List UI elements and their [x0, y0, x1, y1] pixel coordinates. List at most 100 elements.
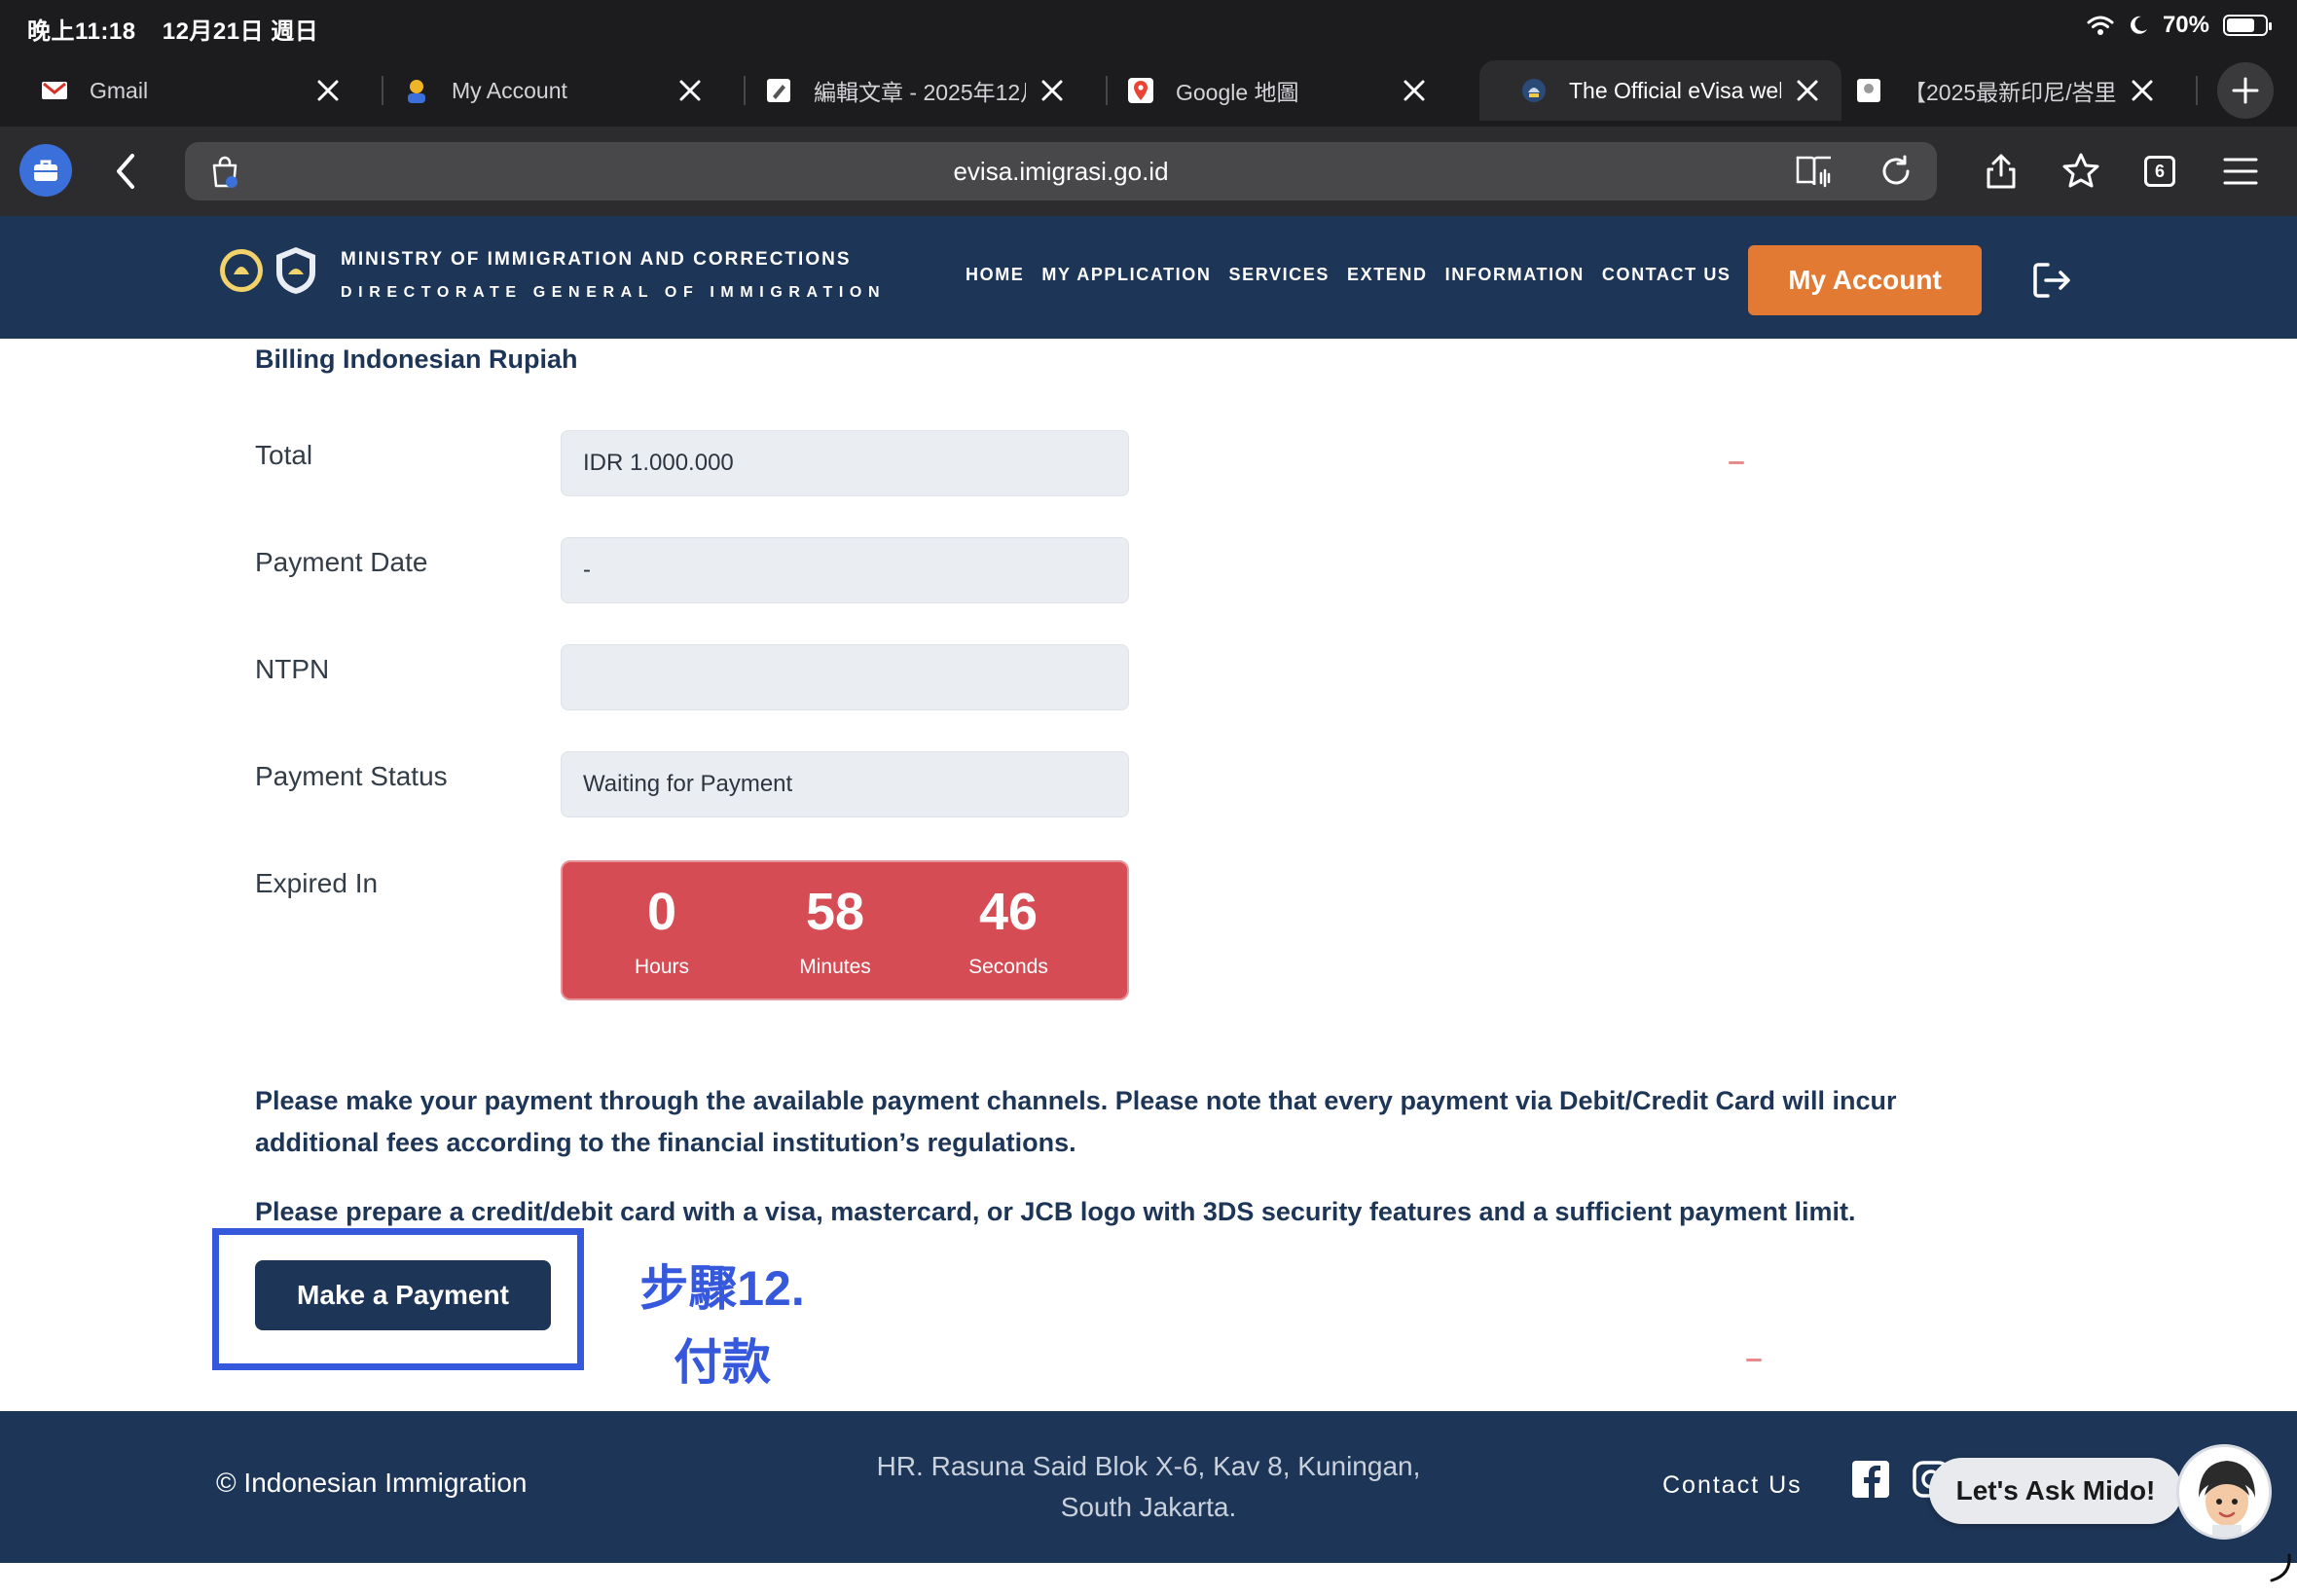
countdown-timer: 0 Hours 58 Minutes 46 Seconds	[561, 860, 1129, 1000]
payment-fee-notice: Please make your payment through the ava…	[255, 1086, 1897, 1157]
countdown-seconds: 46 Seconds	[930, 882, 1086, 979]
tab-divider	[2196, 76, 2198, 105]
browser-tab-google-maps[interactable]: Google 地圖	[1086, 60, 1448, 121]
logout-icon[interactable]	[2030, 259, 2073, 302]
bookmark-star-icon[interactable]	[2061, 152, 2100, 191]
total-field: IDR 1.000.000	[561, 430, 1129, 496]
wifi-icon	[2087, 16, 2114, 35]
address-line-1: HR. Rasuna Said Blok X-6, Kav 8, Kuninga…	[876, 1451, 1421, 1481]
chat-assistant-button[interactable]: Let's Ask Mido!	[1929, 1458, 2182, 1524]
close-tab-icon[interactable]	[2126, 74, 2159, 107]
nav-my-application[interactable]: MY APPLICATION	[1041, 265, 1211, 285]
url-text: evisa.imigrasi.go.id	[953, 157, 1169, 186]
swipe-indicator-icon	[2270, 1553, 2291, 1582]
tab-title: Google 地圖	[1176, 80, 1299, 105]
hours-value: 0	[646, 883, 677, 941]
facebook-icon[interactable]	[1851, 1460, 1890, 1499]
account-icon	[408, 80, 425, 103]
seconds-value: 46	[978, 883, 1039, 941]
my-account-button[interactable]: My Account	[1748, 245, 1982, 315]
status-datetime: 晚上11:18 12月21日 週日	[27, 12, 338, 46]
ministry-title: MINISTRY OF IMMIGRATION AND CORRECTIONS	[341, 249, 852, 270]
mido-avatar[interactable]	[2176, 1444, 2272, 1540]
browser-toolbar: evisa.imigrasi.go.id 6	[0, 127, 2297, 216]
step-annotation-line1: 步驟12.	[639, 1261, 805, 1316]
step-annotation-line2: 付款	[674, 1335, 771, 1390]
nav-information[interactable]: INFORMATION	[1445, 265, 1585, 285]
minutes-value: 58	[805, 883, 865, 941]
profile-button[interactable]	[19, 144, 72, 197]
tab-title: 【2025最新印尼/峇里島	[1904, 80, 2116, 105]
immigration-emblem-icon	[276, 247, 315, 294]
status-indicators: 70%	[2087, 12, 2272, 39]
stray-mark	[1729, 461, 1744, 464]
site-footer: © Indonesian Immigration HR. Rasuna Said…	[0, 1411, 2297, 1563]
tab-title: The Official eVisa webs	[1569, 77, 1781, 103]
countdown-hours: 0 Hours	[584, 882, 740, 979]
briefcase-icon	[34, 160, 57, 181]
mido-avatar-icon	[2179, 1447, 2269, 1537]
close-tab-icon[interactable]	[674, 74, 707, 107]
address-bar[interactable]: evisa.imigrasi.go.id	[185, 142, 1937, 200]
make-payment-button[interactable]: Make a Payment	[255, 1260, 551, 1330]
browser-tab-editor[interactable]: 編輯文章 - 2025年12月	[724, 60, 1086, 121]
plus-icon	[2232, 77, 2259, 104]
nav-extend[interactable]: EXTEND	[1347, 265, 1428, 285]
countdown-minutes: 58 Minutes	[757, 882, 913, 979]
step-annotation: 步驟12. 付款	[623, 1251, 821, 1399]
google-maps-icon	[1128, 78, 1153, 103]
footer-address: HR. Rasuna Said Blok X-6, Kav 8, Kuninga…	[857, 1446, 1440, 1528]
do-not-disturb-moon-icon	[2131, 16, 2147, 34]
minutes-unit: Minutes	[799, 956, 871, 978]
reload-icon[interactable]	[1878, 154, 1914, 189]
new-tab-button[interactable]	[2217, 62, 2274, 119]
nav-home[interactable]: HOME	[966, 265, 1024, 285]
hamburger-menu-icon[interactable]	[2221, 152, 2260, 191]
editor-icon	[767, 79, 790, 102]
nav-services[interactable]: SERVICES	[1228, 265, 1330, 285]
gmail-icon	[42, 82, 67, 99]
blog-icon	[1857, 79, 1880, 102]
card-requirement-notice: Please prepare a credit/debit card with …	[255, 1197, 1856, 1226]
browser-tab-blog[interactable]: 【2025最新印尼/峇里島	[1814, 60, 2176, 121]
status-time: 晚上11:18	[27, 18, 136, 45]
logo-group[interactable]	[218, 245, 319, 296]
browser-tab-strip: Gmail My Account 編輯文章 - 2025年12月 Google …	[0, 54, 2297, 127]
ntpn-label: NTPN	[255, 654, 330, 684]
tab-count-button[interactable]: 6	[2144, 156, 2175, 187]
tab-title: My Account	[452, 77, 567, 103]
share-icon[interactable]	[1982, 152, 2021, 191]
battery-percent: 70%	[2162, 12, 2209, 38]
reader-mode-icon[interactable]	[1795, 154, 1834, 189]
bottom-blank-strip	[0, 1563, 2297, 1596]
nav-contact-us[interactable]: CONTACT US	[1602, 265, 1732, 285]
close-tab-icon[interactable]	[1398, 74, 1431, 107]
browser-tab-evisa[interactable]: The Official eVisa webs	[1479, 60, 1841, 121]
tab-title: Gmail	[90, 77, 149, 103]
tab-title: 編輯文章 - 2025年12月	[814, 80, 1026, 105]
evisa-icon	[1522, 79, 1546, 102]
ntpn-field	[561, 644, 1129, 710]
main-nav: HOME MY APPLICATION SERVICES EXTEND INFO…	[966, 265, 1732, 285]
hours-unit: Hours	[634, 956, 690, 978]
directorate-subtitle: DIRECTORATE GENERAL OF IMMIGRATION	[341, 284, 887, 301]
close-tab-icon[interactable]	[1036, 74, 1069, 107]
footer-contact-link[interactable]: Contact Us	[1662, 1471, 1803, 1500]
status-date: 12月21日 週日	[162, 18, 319, 45]
battery-icon	[2223, 15, 2272, 36]
billing-heading: Billing Indonesian Rupiah	[255, 345, 578, 374]
payment-status-field: Waiting for Payment	[561, 751, 1129, 817]
footer-copyright: © Indonesian Immigration	[216, 1468, 528, 1498]
payment-date-field: -	[561, 537, 1129, 603]
seconds-unit: Seconds	[968, 956, 1048, 978]
status-bar: 晚上11:18 12月21日 週日 70%	[0, 0, 2297, 54]
browser-tab-my-account[interactable]: My Account	[362, 60, 724, 121]
back-arrow-icon[interactable]	[107, 150, 146, 193]
payment-status-label: Payment Status	[255, 761, 448, 791]
ministry-emblem-icon	[220, 249, 263, 292]
address-line-2: South Jakarta.	[1060, 1492, 1237, 1522]
close-tab-icon[interactable]	[311, 74, 345, 107]
stray-mark	[1746, 1359, 1762, 1361]
browser-tab-gmail[interactable]: Gmail	[0, 60, 362, 121]
payment-date-label: Payment Date	[255, 547, 428, 577]
